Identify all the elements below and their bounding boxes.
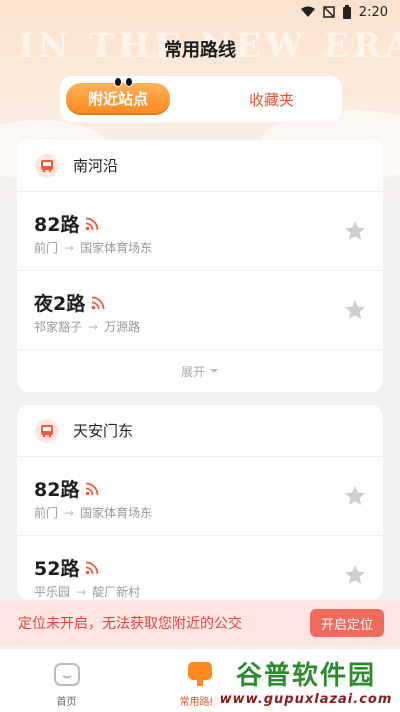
nav-home[interactable]: 首页: [0, 649, 133, 712]
tab-nearby[interactable]: 附近站点: [66, 77, 170, 113]
tab-nearby-container: 附近站点: [60, 76, 201, 122]
wifi-icon: [300, 6, 315, 17]
route-row[interactable]: 82路 前门 → 国家体育场东: [17, 457, 383, 536]
route-icon: [187, 662, 212, 686]
expand-button[interactable]: 展开: [17, 350, 383, 392]
expand-label: 展开: [180, 364, 205, 379]
station-name: 天安门东: [73, 422, 134, 440]
route-name: 82路: [34, 214, 80, 236]
realtime-signal-icon: [86, 561, 99, 574]
favorite-star-icon[interactable]: [343, 484, 367, 508]
realtime-signal-icon: [86, 482, 99, 495]
route-to: 万源路: [104, 320, 141, 334]
status-bar: 2:20: [0, 0, 400, 24]
realtime-signal-icon: [91, 296, 105, 309]
tab-favorites-label: 收藏夹: [248, 90, 294, 109]
bus-icon: [35, 418, 59, 443]
arrow-right-icon: →: [88, 319, 99, 334]
bus-icon: [35, 153, 59, 178]
route-from: 平乐园: [34, 585, 71, 599]
route-to: 国家体育场东: [80, 506, 153, 520]
nav-home-label: 首页: [56, 697, 77, 708]
route-to: 靛厂新村: [92, 585, 141, 599]
route-name: 夜2路: [34, 293, 86, 315]
station-card: 天安门东 82路 前门 → 国家体育场东 52路 平乐园 → 靛厂新村: [17, 405, 383, 600]
site-watermark-logo: 谷普软件园 www.gupuxlazai.com: [212, 650, 400, 712]
tab-nearby-label: 附近站点: [87, 89, 148, 108]
route-name: 82路: [34, 479, 80, 501]
route-row[interactable]: 夜2路 祁家豁子 → 万源路: [17, 271, 383, 350]
route-from: 前门: [34, 506, 59, 520]
home-icon: [53, 663, 80, 686]
favorite-star-icon[interactable]: [343, 563, 367, 587]
tab-bar: 附近站点 收藏夹: [60, 76, 342, 122]
watermark-main: 谷普软件园: [235, 661, 376, 691]
route-row[interactable]: 82路 前门 → 国家体育场东: [17, 192, 383, 271]
signal-off-icon: [323, 6, 335, 18]
watermark-sub: www.gupuxlazai.com: [219, 692, 393, 707]
route-from: 祁家豁子: [34, 320, 83, 334]
route-to: 国家体育场东: [80, 241, 153, 255]
route-from: 前门: [34, 241, 59, 255]
route-row[interactable]: 52路 平乐园 → 靛厂新村: [17, 536, 383, 600]
arrow-right-icon: →: [76, 584, 87, 599]
station-header[interactable]: 天安门东: [17, 405, 383, 457]
station-card: 南河沿 82路 前门 → 国家体育场东 夜2路 祁家豁子 → 万源路 展开: [17, 140, 383, 392]
status-time: 2:20: [358, 4, 388, 20]
favorite-star-icon[interactable]: [343, 219, 367, 243]
station-header[interactable]: 南河沿: [17, 140, 383, 192]
realtime-signal-icon: [86, 217, 99, 230]
route-name: 52路: [34, 558, 80, 580]
station-name: 南河沿: [73, 157, 119, 175]
arrow-right-icon: →: [64, 240, 75, 255]
enable-location-button[interactable]: 开启定位: [310, 609, 384, 637]
mascot-eyes-icon: [114, 77, 133, 87]
page-title: 常用路线: [164, 40, 236, 61]
chevron-down-icon: [210, 369, 218, 373]
tab-favorites[interactable]: 收藏夹: [201, 76, 342, 122]
location-alert-banner: 定位未开启，无法获取您附近的公交 开启定位: [0, 600, 400, 646]
favorite-star-icon[interactable]: [343, 298, 367, 322]
battery-icon: [342, 5, 351, 19]
arrow-right-icon: →: [64, 505, 75, 520]
location-alert-text: 定位未开启，无法获取您附近的公交: [18, 616, 242, 632]
